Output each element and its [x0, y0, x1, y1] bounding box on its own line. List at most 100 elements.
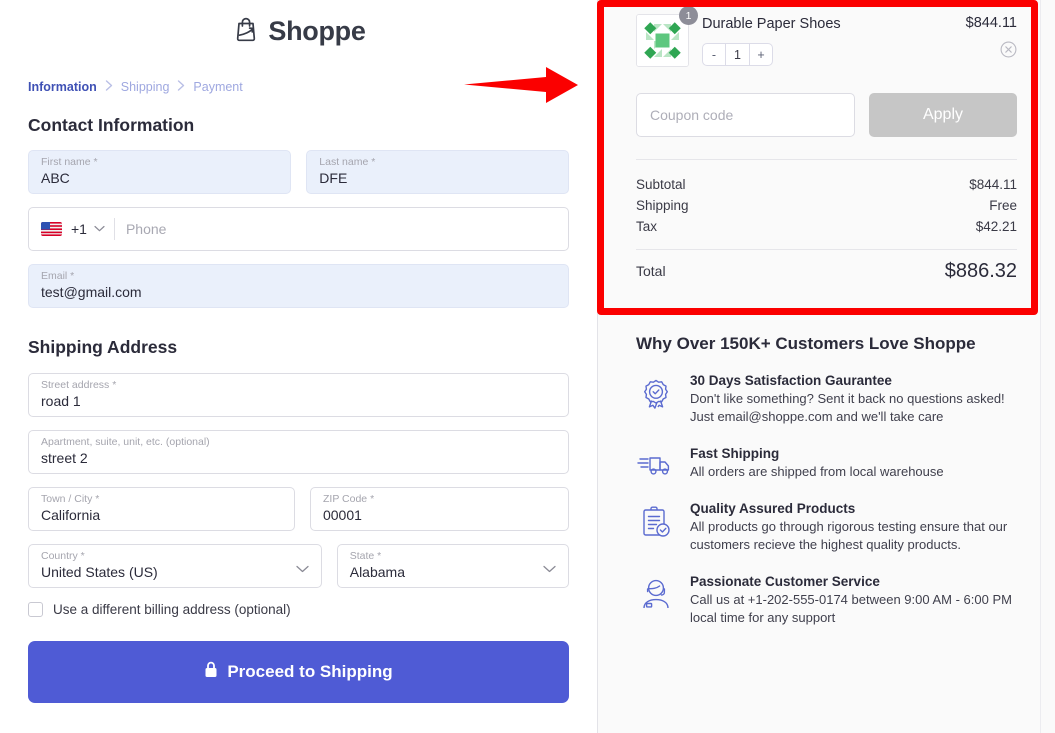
proceed-to-shipping-label: Proceed to Shipping — [227, 662, 393, 681]
total-value: $886.32 — [944, 260, 1017, 282]
benefits-heading: Why Over 150K+ Customers Love Shoppe — [636, 334, 976, 353]
line-item-details: Durable Paper Shoes - 1 + — [702, 14, 953, 66]
apartment-field[interactable]: Apartment, suite, unit, etc. (optional) … — [28, 430, 569, 474]
breadcrumb-separator-icon — [105, 80, 113, 94]
apartment-value: street 2 — [41, 450, 88, 466]
last-name-field[interactable]: Last name * DFE — [306, 150, 569, 194]
zip-field[interactable]: ZIP Code * 00001 — [309, 487, 569, 531]
benefits-section: Why Over 150K+ Customers Love Shoppe 30 … — [598, 334, 1055, 627]
shipping-row: Shipping Free — [636, 195, 1017, 216]
last-name-label: Last name * — [319, 156, 376, 168]
benefit-item: Passionate Customer Service Call us at +… — [636, 574, 1017, 627]
coupon-input[interactable]: Coupon code — [636, 93, 855, 137]
phone-input[interactable]: Phone — [126, 221, 166, 237]
email-field[interactable]: Email * test@gmail.com — [28, 264, 569, 308]
city-field[interactable]: Town / City * California — [28, 487, 295, 531]
benefit-text: Quality Assured Products All products go… — [690, 501, 1017, 554]
breadcrumb: Information Shipping Payment — [28, 80, 569, 94]
benefit-desc: Don't like something? Sent it back no qu… — [690, 391, 1005, 424]
contact-information-heading: Contact Information — [28, 115, 195, 135]
tax-value: $42.21 — [975, 219, 1017, 234]
chevron-down-icon-state[interactable] — [543, 561, 556, 579]
brand-name: Shoppe — [268, 15, 366, 46]
total-row: Total $886.32 — [636, 261, 1017, 282]
state-label: State * — [349, 550, 382, 562]
shipping-cost-label: Shipping — [636, 198, 689, 213]
apply-coupon-button[interactable]: Apply — [869, 93, 1017, 137]
brand-logo: Shoppe — [28, 0, 569, 62]
delivery-truck-icon — [636, 446, 676, 479]
state-select[interactable]: State * Alabama — [336, 544, 570, 588]
quantity-stepper[interactable]: - 1 + — [702, 43, 773, 66]
order-summary-panel: 1 Durable Paper Shoes - 1 + $844.11 Coup… — [598, 0, 1055, 300]
country-select[interactable]: Country * United States (US) — [28, 544, 322, 588]
quantity-increase-button[interactable]: + — [750, 44, 772, 65]
breadcrumb-step-shipping[interactable]: Shipping — [121, 80, 170, 94]
benefit-text: Passionate Customer Service Call us at +… — [690, 574, 1017, 627]
benefit-desc: All products go through rigorous testing… — [690, 519, 1008, 552]
chevron-down-icon[interactable] — [94, 220, 105, 238]
product-price: $844.11 — [965, 15, 1017, 31]
tax-row: Tax $42.21 — [636, 216, 1017, 237]
breadcrumb-step-payment[interactable]: Payment — [193, 80, 242, 94]
breadcrumb-separator-icon-2 — [177, 80, 185, 94]
quantity-badge: 1 — [679, 6, 698, 25]
billing-address-checkbox-row[interactable]: Use a different billing address (optiona… — [28, 602, 569, 617]
subtotal-label: Subtotal — [636, 177, 686, 192]
coupon-row: Coupon code Apply — [636, 93, 1017, 137]
summary-divider — [636, 159, 1017, 160]
first-name-field[interactable]: First name * ABC — [28, 150, 292, 194]
benefit-title: Fast Shipping — [690, 446, 780, 461]
city-zip-row: Town / City * California ZIP Code * 0000… — [28, 487, 569, 531]
benefit-title: 30 Days Satisfaction Gaurantee — [690, 373, 892, 388]
total-label: Total — [636, 263, 666, 279]
quantity-decrease-button[interactable]: - — [703, 44, 725, 65]
phone-field[interactable]: +1 Phone — [28, 207, 569, 251]
zip-label: ZIP Code * — [322, 493, 375, 505]
street-address-value: road 1 — [41, 393, 81, 409]
quantity-value[interactable]: 1 — [725, 44, 750, 65]
benefit-desc: All orders are shipped from local wareho… — [690, 464, 944, 479]
chevron-down-icon-country[interactable] — [296, 561, 309, 579]
product-name: Durable Paper Shoes — [702, 16, 841, 32]
remove-item-button[interactable] — [966, 41, 1017, 58]
line-item-right: $844.11 — [966, 14, 1017, 58]
city-label: Town / City * — [41, 493, 100, 505]
benefit-item: Quality Assured Products All products go… — [636, 501, 1017, 554]
benefit-text: Fast Shipping All orders are shipped fro… — [690, 446, 1017, 481]
state-value: Alabama — [349, 564, 405, 580]
cart-line-item: 1 Durable Paper Shoes - 1 + $844.11 — [636, 6, 1017, 67]
checkout-form-column: Shoppe Information Shipping Payment Cont… — [0, 0, 598, 733]
phone-divider — [113, 218, 115, 240]
headset-agent-icon — [636, 574, 676, 611]
page-scrollbar[interactable] — [1040, 0, 1055, 733]
country-state-row: Country * United States (US) State * Ala… — [28, 544, 570, 588]
first-name-value: ABC — [41, 170, 70, 186]
country-label: Country * — [41, 550, 85, 562]
product-thumbnail-wrap: 1 — [636, 6, 698, 67]
benefit-item: 30 Days Satisfaction Gaurantee Don't lik… — [636, 373, 1017, 426]
billing-address-label: Use a different billing address (optiona… — [53, 602, 291, 617]
first-name-label: First name * — [41, 156, 98, 168]
email-label: Email * — [41, 270, 75, 282]
badge-check-icon — [636, 373, 676, 412]
country-value: United States (US) — [41, 564, 158, 580]
city-value: California — [41, 507, 101, 523]
zip-value: 00001 — [322, 507, 362, 523]
benefit-title: Passionate Customer Service — [690, 574, 880, 589]
street-address-field[interactable]: Street address * road 1 — [28, 373, 569, 417]
breadcrumb-step-information[interactable]: Information — [28, 80, 97, 94]
shipping-address-heading: Shipping Address — [28, 337, 178, 357]
proceed-to-shipping-button[interactable]: Proceed to Shipping — [28, 641, 569, 703]
tax-label: Tax — [636, 219, 658, 234]
benefit-item: Fast Shipping All orders are shipped fro… — [636, 446, 1017, 481]
us-flag-icon — [41, 222, 62, 236]
benefit-desc: Call us at +1-202-555-0174 between 9:00 … — [690, 592, 1012, 625]
total-divider — [636, 249, 1017, 250]
email-value: test@gmail.com — [41, 284, 142, 300]
subtotal-value: $844.11 — [969, 177, 1017, 192]
phone-country-code: +1 — [71, 221, 87, 237]
billing-address-checkbox[interactable] — [28, 602, 43, 617]
checkout-page: Shoppe Information Shipping Payment Cont… — [0, 0, 1055, 733]
order-summary-column: 1 Durable Paper Shoes - 1 + $844.11 Coup… — [598, 0, 1055, 733]
